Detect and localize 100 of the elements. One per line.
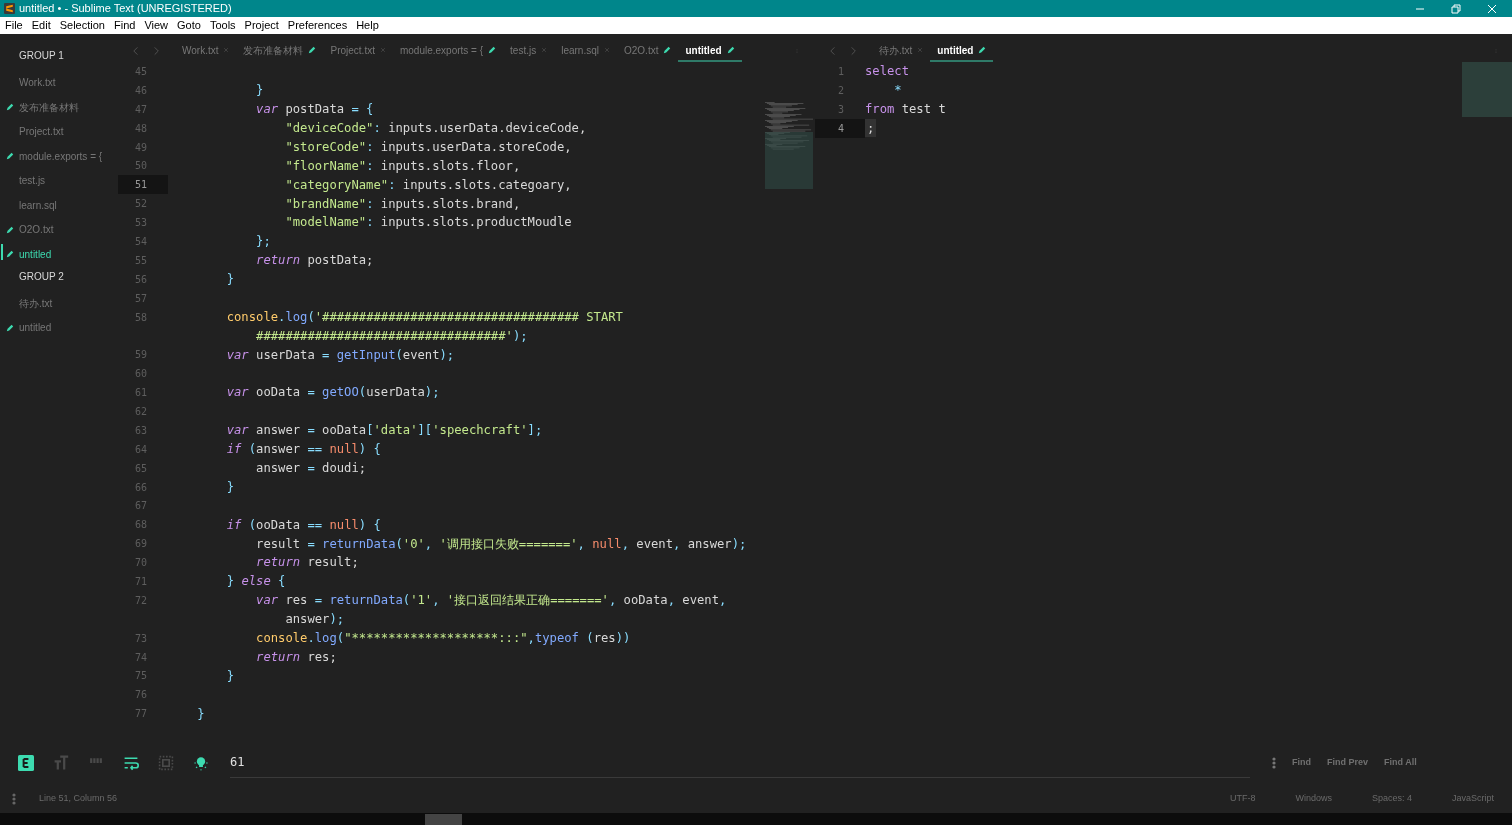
line-number: 69 [134,537,147,552]
selection-toggle-icon[interactable] [158,754,174,771]
find-button[interactable]: Find All [1384,755,1417,770]
search-field[interactable]: 61 [230,747,1250,778]
line-number: 59 [134,348,147,363]
tab[interactable]: O2O.txt [617,40,679,62]
tab[interactable]: untitled [930,40,994,62]
app-icon [4,3,15,14]
code-line: "modelName": inputs.slots.productMoudle [284,214,572,232]
menu-item[interactable]: Edit [31,17,51,34]
forward-icon[interactable] [849,46,858,56]
bulb-toggle-icon[interactable] [193,754,209,771]
line-number: 45 [134,64,147,79]
code-line: "storeCode": inputs.userData.storeCode, [284,138,572,156]
code-line: } [225,667,235,685]
code-line: } [196,705,205,723]
line-number: 70 [134,556,147,571]
line-number: 52 [134,197,147,212]
status-item[interactable]: UTF-8 [1229,792,1256,806]
more-icon[interactable] [12,793,16,805]
code-line: console.log('################################### START [225,308,623,326]
tab[interactable]: module.exports = { [392,40,504,62]
code-line: if (answer == null) { [225,441,381,459]
code-line: from test t [865,101,946,119]
sidebar-file[interactable]: test.js [19,173,46,189]
code-line: }; [255,233,271,251]
status-item[interactable]: JavaScript [1451,792,1494,806]
minimap-viewport[interactable] [765,132,813,189]
code-line: return res; [255,648,337,666]
find-button[interactable]: Find Prev [1327,755,1368,770]
code-line: answer); [284,611,345,629]
group-title: GROUP 2 [18,269,65,284]
tab[interactable]: 待办.txt [872,40,931,62]
line-number: 50 [134,159,147,174]
sidebar-file[interactable]: Work.txt [19,75,56,91]
menu-item[interactable]: View [144,17,169,34]
sidebar-file[interactable]: Project.txt [19,124,64,140]
scroll-thumb[interactable] [425,814,462,825]
menu-item[interactable]: Find [113,17,136,34]
menu-item[interactable]: Preferences [287,17,348,34]
case-toggle-icon[interactable] [53,754,69,771]
line-number: 63 [134,423,147,438]
menu-item[interactable]: Project [244,17,279,34]
code-line: var userData = getInput(event); [225,346,455,364]
code-line: var ooData = getOO(userData); [225,384,440,402]
back-icon[interactable] [132,46,141,56]
forward-icon[interactable] [152,46,161,56]
cursor-position: Line 51, Column 56 [39,792,118,806]
more-icon[interactable] [1272,756,1276,769]
back-icon[interactable] [829,46,838,56]
code-line: select [865,63,910,81]
sidebar-file[interactable]: module.exports = { [19,148,103,164]
menu-item[interactable]: Help [356,17,379,34]
line-number: 49 [134,140,147,155]
line-number: 2 [837,83,844,98]
code-line: var postData = { [255,101,374,119]
restore-icon[interactable] [1451,3,1461,14]
code-line: console.log("********************:::",typeof (res)) [255,630,631,647]
tab[interactable]: Project.txt [323,40,393,62]
sidebar-file[interactable]: learn.sql [19,197,57,213]
sidebar-file[interactable]: untitled [19,320,52,336]
line-number: 54 [134,234,147,249]
status-item[interactable]: Spaces: 4 [1371,792,1412,806]
tab[interactable]: 发布准备材料 [236,40,324,62]
line-number: 76 [134,688,147,703]
minimap-viewport[interactable] [1462,62,1512,117]
menu-item[interactable]: Selection [59,17,105,34]
code-line: } else { [225,573,286,591]
menu-item[interactable]: Tools [209,17,236,34]
wrap-toggle-icon[interactable] [123,754,139,771]
find-button[interactable]: Find [1292,755,1311,770]
tab[interactable]: learn.sql [554,40,617,62]
line-number: 73 [134,631,147,646]
code-line: return postData; [255,252,374,270]
line-number: 47 [134,102,147,117]
line-number: 60 [134,367,147,382]
sidebar-file[interactable]: 待办.txt [19,295,53,311]
line-number: 58 [134,310,147,325]
line-number: 61 [134,386,147,401]
menu-item[interactable]: Goto [177,17,201,34]
code-line: answer = doudi; [255,460,367,477]
code-line: } [225,478,235,496]
code-line: var res = returnData('1', '接口返回结果正确=======', ooData, event, [255,592,727,610]
tab[interactable]: untitled [678,40,742,62]
menu-item[interactable]: File [5,17,23,34]
tab[interactable]: test.js [503,40,555,62]
group-title: GROUP 1 [18,49,65,63]
line-number: 71 [134,575,147,589]
regex-toggle-icon[interactable] [18,754,34,771]
sidebar-file[interactable]: untitled [19,246,52,262]
line-number: 68 [134,518,147,533]
status-item[interactable]: Windows [1295,792,1332,806]
code-line: * [893,82,902,100]
line-number: 3 [837,102,844,117]
tab[interactable]: Work.txt [175,40,237,62]
code-line: result = returnData('0', '调用接口失败=======', null, event, answer); [255,535,747,553]
sidebar-file[interactable]: 发布准备材料 [19,99,79,115]
line-number: 64 [134,442,147,457]
code-line: } [255,82,264,100]
sidebar-file[interactable]: O2O.txt [19,222,54,238]
